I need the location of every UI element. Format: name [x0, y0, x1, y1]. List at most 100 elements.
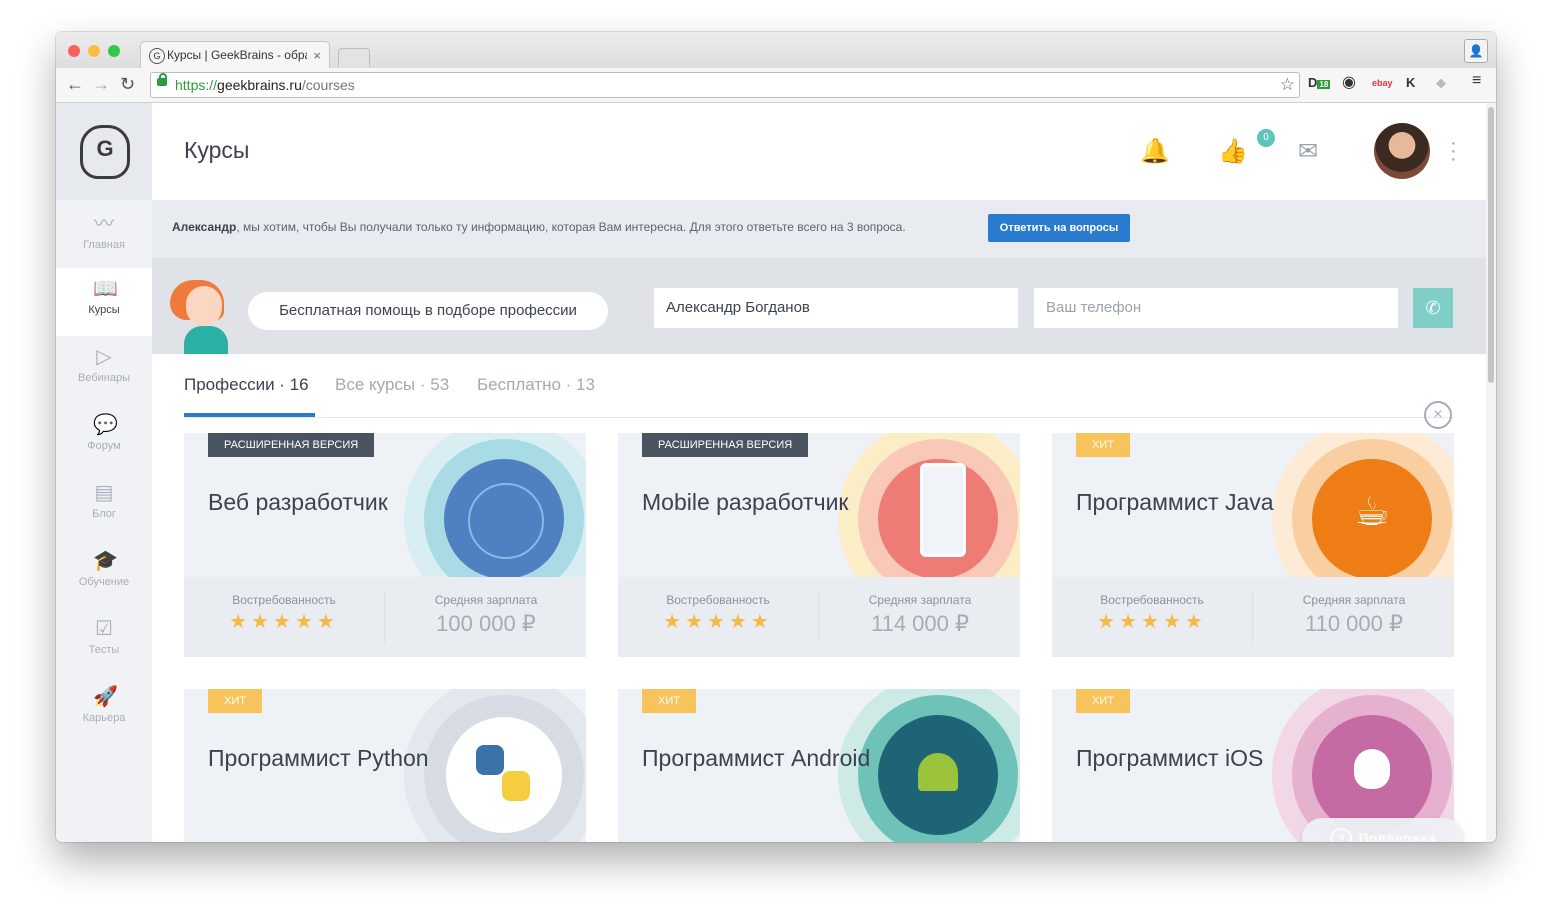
bell-icon[interactable]: 🔔 [1140, 137, 1170, 166]
brain-logo-icon [80, 125, 130, 179]
sidebar-item-courses[interactable]: 📖 Курсы [56, 268, 152, 336]
zoom-window-button[interactable] [108, 45, 120, 57]
close-circle-icon[interactable]: × [1424, 401, 1452, 429]
salary-label: Средняя зарплата [868, 593, 972, 607]
address-bar[interactable]: https://geekbrains.ru/courses ☆ [150, 72, 1300, 98]
reload-icon[interactable]: ↻ [120, 74, 135, 95]
tab-all-courses[interactable]: Все курсы · 53 [335, 375, 449, 395]
mail-icon[interactable]: ✉ [1298, 137, 1318, 166]
active-tab-indicator [184, 413, 315, 417]
sidebar-item-tests[interactable]: ☑ Тесты [56, 608, 152, 676]
survey-notice: Александр, мы хотим, чтобы Вы получали т… [152, 200, 1486, 258]
python-logo-icon [476, 745, 504, 775]
sidebar-item-label: Форум [87, 440, 121, 452]
scrollbar[interactable] [1486, 103, 1496, 842]
tab-free[interactable]: Бесплатно · 13 [477, 375, 595, 395]
browser-toolbar: ← → ↻ https://geekbrains.ru/courses ☆ D1… [56, 68, 1496, 103]
tab-professions[interactable]: Профессии · 16 [184, 375, 309, 395]
sidebar-item-webinars[interactable]: ▷ Вебинары [56, 336, 152, 404]
apple-logo-icon [1354, 749, 1390, 789]
lock-icon [157, 73, 167, 86]
rocket-icon: 🚀 [93, 686, 118, 708]
card-title: Веб разработчик [208, 489, 388, 515]
help-bar: Бесплатная помощь в подборе профессии Ал… [152, 258, 1486, 354]
main-content: Курсы 🔔 👍 0 ✉ · · · Александр, мы хотим, ч… [152, 103, 1486, 842]
minimize-window-button[interactable] [88, 45, 100, 57]
support-label: Поддержка [1358, 830, 1436, 842]
extension-d-icon[interactable]: D 18 [1308, 75, 1331, 90]
help-bubble: Бесплатная помощь в подборе профессии [248, 292, 608, 330]
profession-card-android[interactable]: ХИТ Программист Android [618, 689, 1020, 842]
profession-card-mobile[interactable]: РАСШИРЕННАЯ ВЕРСИЯ Mobile разработчик Во… [618, 433, 1020, 657]
support-chat-button[interactable]: ? Поддержка [1302, 818, 1464, 842]
demand-label: Востребованность [1100, 593, 1204, 607]
tab-title: Курсы | GeekBrains - обра [167, 48, 307, 62]
sidebar: 〰 Главная 📖 Курсы ▷ Вебинары 💬 Форум ▤ Б… [56, 103, 152, 842]
card-title: Программист Python [208, 745, 429, 771]
rating-stars: ★★★★★ [229, 611, 339, 633]
android-robot-icon [918, 753, 958, 791]
forward-arrow-icon[interactable]: → [92, 74, 110, 95]
phone-field[interactable]: Ваш телефон [1034, 288, 1398, 328]
salary-label: Средняя зарплата [434, 593, 538, 607]
likes-badge: 0 [1257, 129, 1275, 147]
profession-card-web[interactable]: РАСШИРЕННАЯ ВЕРСИЯ Веб разработчик Востр… [184, 433, 586, 657]
profession-card-python[interactable]: ХИТ Программист Python [184, 689, 586, 842]
sidebar-item-label: Вебинары [78, 372, 130, 384]
sidebar-item-education[interactable]: 🎓 Обучение [56, 540, 152, 608]
notice-text: Александр, мы хотим, чтобы Вы получали т… [172, 220, 906, 234]
salary-value: 110 000 ₽ [1304, 611, 1403, 636]
close-window-button[interactable] [68, 45, 80, 57]
extension-k-icon[interactable]: K [1406, 75, 1415, 90]
sidebar-item-label: Главная [83, 239, 125, 251]
card-tag: ХИТ [1076, 433, 1130, 457]
sidebar-item-blog[interactable]: ▤ Блог [56, 472, 152, 540]
salary-label: Средняя зарплата [1302, 593, 1406, 607]
profile-icon[interactable]: 👤 [1464, 39, 1488, 63]
salary-value: 100 000 ₽ [436, 611, 536, 636]
sidebar-item-label: Тесты [88, 644, 120, 656]
pulse-icon: 〰 [94, 213, 114, 235]
course-tabs: Профессии · 16 Все курсы · 53 Бесплатно … [184, 367, 1454, 418]
scrollbar-thumb[interactable] [1488, 107, 1494, 383]
card-tag: ХИТ [1076, 689, 1130, 713]
salary-value: 114 000 ₽ [870, 611, 969, 636]
url-text: https://geekbrains.ru/courses [175, 77, 355, 93]
card-tag: РАСШИРЕННАЯ ВЕРСИЯ [642, 433, 809, 457]
answer-questions-button[interactable]: Ответить на вопросы [988, 214, 1130, 242]
extension-ebay-icon[interactable]: ebay [1372, 78, 1393, 88]
new-tab-button[interactable] [338, 48, 370, 67]
back-arrow-icon[interactable]: ← [66, 74, 84, 95]
title-bar: G Курсы | GeekBrains - обра × 👤 [56, 32, 1496, 69]
book-icon: 📖 [93, 278, 118, 300]
card-tag: РАСШИРЕННАЯ ВЕРСИЯ [208, 433, 375, 457]
favicon-icon: G [149, 48, 165, 64]
extension-search-icon[interactable]: ◉ [1342, 72, 1356, 92]
card-tag: ХИТ [642, 689, 696, 713]
rating-stars: ★★★★★ [1097, 611, 1207, 633]
extension-diamond-icon[interactable]: ◆ [1436, 75, 1446, 91]
graduation-cap-icon: 🎓 [93, 550, 118, 572]
sidebar-item-label: Карьера [82, 712, 126, 724]
more-options-icon[interactable]: · · · [1450, 133, 1457, 169]
card-stats: Востребованность ★★★★★ Средняя зарплата 11… [618, 577, 1020, 657]
tab-close-icon[interactable]: × [313, 42, 321, 69]
page-title: Курсы [184, 137, 250, 163]
sidebar-item-label: Курсы [88, 304, 120, 316]
sidebar-item-forum[interactable]: 💬 Форум [56, 404, 152, 472]
browser-menu-icon[interactable]: ≡ [1472, 72, 1481, 90]
thumbs-up-icon[interactable]: 👍 [1218, 137, 1248, 166]
avatar[interactable] [1374, 123, 1430, 179]
sidebar-item-home[interactable]: 〰 Главная [56, 203, 152, 271]
rating-stars: ★★★★★ [663, 611, 773, 633]
phone-call-button[interactable]: ✆ [1413, 288, 1453, 328]
sidebar-item-career[interactable]: 🚀 Карьера [56, 676, 152, 744]
chat-icon: 💬 [93, 414, 118, 436]
browser-tab[interactable]: G Курсы | GeekBrains - обра × [140, 41, 330, 69]
geekbrains-logo[interactable] [56, 103, 152, 200]
sidebar-item-label: Блог [92, 508, 116, 520]
profession-card-java[interactable]: ☕ ХИТ Программист Java Востребованность ★… [1052, 433, 1454, 657]
bookmark-star-icon[interactable]: ☆ [1280, 73, 1295, 97]
name-field[interactable]: Александр Богданов [654, 288, 1018, 328]
card-title: Программист iOS [1076, 745, 1264, 771]
